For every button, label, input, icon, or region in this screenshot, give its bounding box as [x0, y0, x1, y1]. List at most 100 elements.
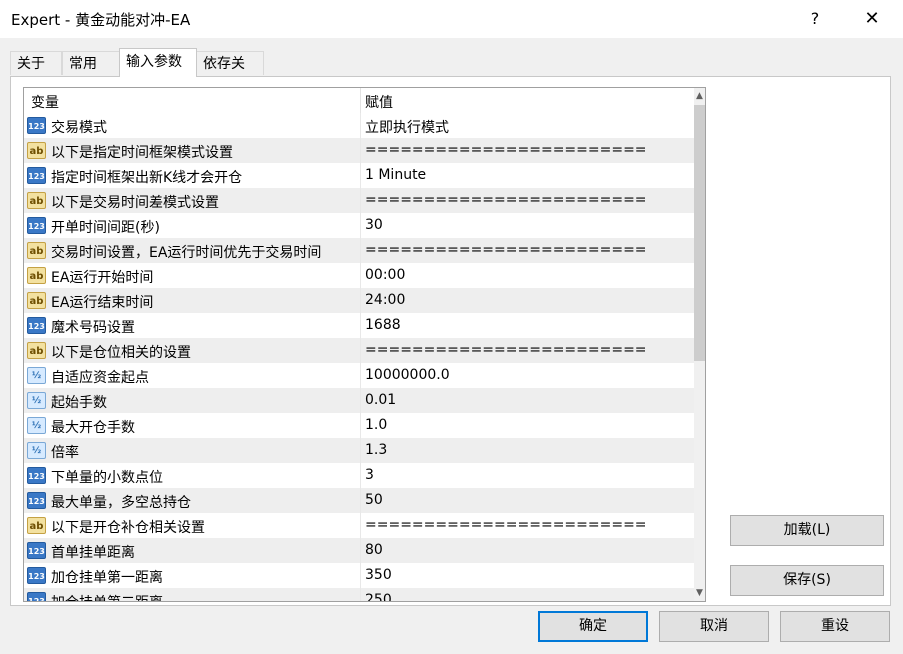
- column-separator: [360, 463, 361, 488]
- int-icon: 123: [27, 317, 46, 334]
- int-icon: 123: [27, 567, 46, 584]
- column-separator: [360, 563, 361, 588]
- table-row[interactable]: ½ 倍率 1.3: [24, 438, 694, 463]
- column-separator: [360, 313, 361, 338]
- parameter-name: 以下是开仓补仓相关设置: [51, 520, 205, 536]
- table-row[interactable]: ab 以下是交易时间差模式设置 ========================: [24, 188, 694, 213]
- parameter-value[interactable]: 1 Minute: [365, 167, 426, 183]
- table-row[interactable]: ab EA运行结束时间 24:00: [24, 288, 694, 313]
- parameter-value[interactable]: 24:00: [365, 292, 405, 308]
- column-separator: [360, 138, 361, 163]
- table-row[interactable]: 123 最大单量，多空总持仓 50: [24, 488, 694, 513]
- parameter-value[interactable]: 1.3: [365, 442, 387, 458]
- tab-panel: 变量 赋值 123 交易模式 立即执行模式 ab 以下是指定时间框架模式设置 ======…: [10, 76, 891, 606]
- string-icon: ab: [27, 342, 46, 359]
- table-row[interactable]: ab 以下是仓位相关的设置 ========================: [24, 338, 694, 363]
- table-row[interactable]: ab 交易时间设置，EA运行时间优先于交易时间 ==================…: [24, 238, 694, 263]
- parameter-value[interactable]: 30: [365, 217, 383, 233]
- parameter-value[interactable]: 50: [365, 492, 383, 508]
- parameter-name: EA运行开始时间: [51, 270, 154, 286]
- parameter-value[interactable]: 10000000.0: [365, 367, 450, 383]
- parameter-name: 指定时间框架出新K线才会开仓: [51, 170, 243, 186]
- column-separator: [360, 113, 361, 138]
- parameter-name: 以下是交易时间差模式设置: [51, 195, 219, 211]
- table-row[interactable]: 123 指定时间框架出新K线才会开仓 1 Minute: [24, 163, 694, 188]
- table-row[interactable]: ab 以下是开仓补仓相关设置 ========================: [24, 513, 694, 538]
- parameter-name: 下单量的小数点位: [51, 470, 163, 486]
- parameter-value[interactable]: ========================: [365, 342, 647, 358]
- int-icon: 123: [27, 542, 46, 559]
- parameter-value[interactable]: 250: [365, 592, 392, 601]
- parameter-name: 开单时间间距(秒): [51, 220, 160, 236]
- parameter-value[interactable]: ========================: [365, 242, 647, 258]
- header-separator: [360, 88, 361, 113]
- parameter-value[interactable]: 1688: [365, 317, 401, 333]
- table-row[interactable]: 123 开单时间间距(秒) 30: [24, 213, 694, 238]
- column-separator: [360, 413, 361, 438]
- parameters-grid: 变量 赋值 123 交易模式 立即执行模式 ab 以下是指定时间框架模式设置 ======…: [23, 87, 706, 602]
- parameter-name: 最大开仓手数: [51, 420, 135, 436]
- string-icon: ab: [27, 517, 46, 534]
- scroll-thumb[interactable]: [694, 105, 705, 361]
- window-title: Expert - 黄金动能对冲-EA: [11, 11, 191, 29]
- table-row[interactable]: ab EA运行开始时间 00:00: [24, 263, 694, 288]
- header-value[interactable]: 赋值: [365, 92, 393, 112]
- parameter-value[interactable]: 3: [365, 467, 374, 483]
- parameter-name: 最大单量，多空总持仓: [51, 495, 191, 511]
- table-row[interactable]: ½ 自适应资金起点 10000000.0: [24, 363, 694, 388]
- save-button[interactable]: 保存(S): [730, 565, 884, 596]
- table-row[interactable]: 123 加仓挂单第二距离 250: [24, 588, 694, 601]
- cancel-button[interactable]: 取消: [659, 611, 769, 642]
- parameter-value[interactable]: 350: [365, 567, 392, 583]
- parameter-name: 交易模式: [51, 120, 107, 136]
- tab-about[interactable]: 关于: [10, 51, 62, 75]
- table-row[interactable]: 123 交易模式 立即执行模式: [24, 113, 694, 138]
- parameter-name: 加仓挂单第二距离: [51, 592, 163, 601]
- close-icon[interactable]: ✕: [849, 0, 895, 38]
- parameter-value[interactable]: 0.01: [365, 392, 396, 408]
- column-separator: [360, 238, 361, 263]
- string-icon: ab: [27, 292, 46, 309]
- column-separator: [360, 513, 361, 538]
- parameter-name: 倍率: [51, 445, 79, 461]
- parameter-name: 首单挂单距离: [51, 545, 135, 561]
- table-row[interactable]: 123 加仓挂单第一距离 350: [24, 563, 694, 588]
- tab-dependencies[interactable]: 依存关系: [196, 51, 264, 96]
- scroll-up-icon[interactable]: ▲: [694, 88, 705, 104]
- parameter-name: 魔术号码设置: [51, 320, 135, 336]
- column-separator: [360, 213, 361, 238]
- tab-common[interactable]: 常用: [62, 51, 120, 75]
- ok-button[interactable]: 确定: [538, 611, 648, 642]
- table-row[interactable]: ab 以下是指定时间框架模式设置 ========================: [24, 138, 694, 163]
- column-separator: [360, 263, 361, 288]
- parameter-value[interactable]: 80: [365, 542, 383, 558]
- parameter-value[interactable]: ========================: [365, 142, 647, 158]
- tab-inputs[interactable]: 输入参数: [119, 48, 197, 77]
- parameter-value[interactable]: 立即执行模式: [365, 117, 449, 137]
- parameter-value[interactable]: ========================: [365, 192, 647, 208]
- double-icon: ½: [27, 417, 46, 434]
- load-button[interactable]: 加载(L): [730, 515, 884, 546]
- column-separator: [360, 488, 361, 513]
- parameter-name: 以下是指定时间框架模式设置: [51, 145, 233, 161]
- parameter-value[interactable]: 1.0: [365, 417, 387, 433]
- reset-button[interactable]: 重设: [780, 611, 890, 642]
- table-row[interactable]: ½ 最大开仓手数 1.0: [24, 413, 694, 438]
- column-separator: [360, 588, 361, 601]
- scroll-down-icon[interactable]: ▼: [694, 585, 705, 601]
- header-variable[interactable]: 变量: [31, 92, 59, 112]
- table-row[interactable]: 123 首单挂单距离 80: [24, 538, 694, 563]
- int-icon: 123: [27, 467, 46, 484]
- help-icon[interactable]: ?: [792, 0, 838, 38]
- table-row[interactable]: 123 魔术号码设置 1688: [24, 313, 694, 338]
- string-icon: ab: [27, 142, 46, 159]
- table-row[interactable]: ½ 起始手数 0.01: [24, 388, 694, 413]
- table-row[interactable]: 123 下单量的小数点位 3: [24, 463, 694, 488]
- int-icon: 123: [27, 117, 46, 134]
- parameter-value[interactable]: ========================: [365, 517, 647, 533]
- vertical-scrollbar[interactable]: ▲ ▼: [694, 88, 705, 601]
- parameter-name: 自适应资金起点: [51, 370, 149, 386]
- grid-header: 变量 赋值: [24, 88, 705, 113]
- int-icon: 123: [27, 217, 46, 234]
- parameter-value[interactable]: 00:00: [365, 267, 405, 283]
